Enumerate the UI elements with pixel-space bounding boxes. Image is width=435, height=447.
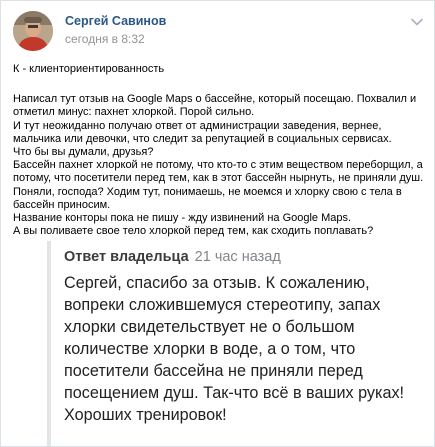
post-paragraph: Бассейн пахнет хлоркой не потому, что кт… [13,159,424,211]
post-paragraph: А вы поливаете свое тело хлоркой перед т… [13,225,374,238]
post-time[interactable]: сегодня в 8:32 [65,32,145,46]
avatar[interactable] [13,11,53,51]
owner-reply-label: Ответ владельца [64,249,189,265]
owner-reply-quote: Ответ владельца 21 час назад Сергей, спас… [47,241,425,446]
owner-reply-header: Ответ владельца 21 час назад [64,248,281,266]
chevron-down-icon [411,18,423,26]
post-author[interactable]: Сергей Савинов [65,14,166,28]
post-body: К - клиенториентированность Написал тут … [13,63,424,238]
post-menu-button[interactable] [410,15,424,29]
owner-reply-time: 21 час назад [194,249,281,265]
post-card: Сергей Савинов сегодня в 8:32 К - клиент… [0,0,435,447]
post-paragraph: Название конторы пока не пишу - жду изви… [13,212,352,225]
post-paragraph: Написал тут отзыв на Google Maps о бассе… [13,93,417,119]
post-headline: К - клиенториентированность [13,63,165,75]
avatar-image [13,11,53,51]
post-paragraph: И тут неожиданно получаю ответ от админи… [13,119,392,145]
owner-reply-text: Сергей, спасибо за отзыв. К сожалению, в… [64,274,405,424]
post-paragraph: Что бы вы думали, друзья? [13,146,154,159]
post-header: Сергей Савинов сегодня в 8:32 [13,11,424,55]
